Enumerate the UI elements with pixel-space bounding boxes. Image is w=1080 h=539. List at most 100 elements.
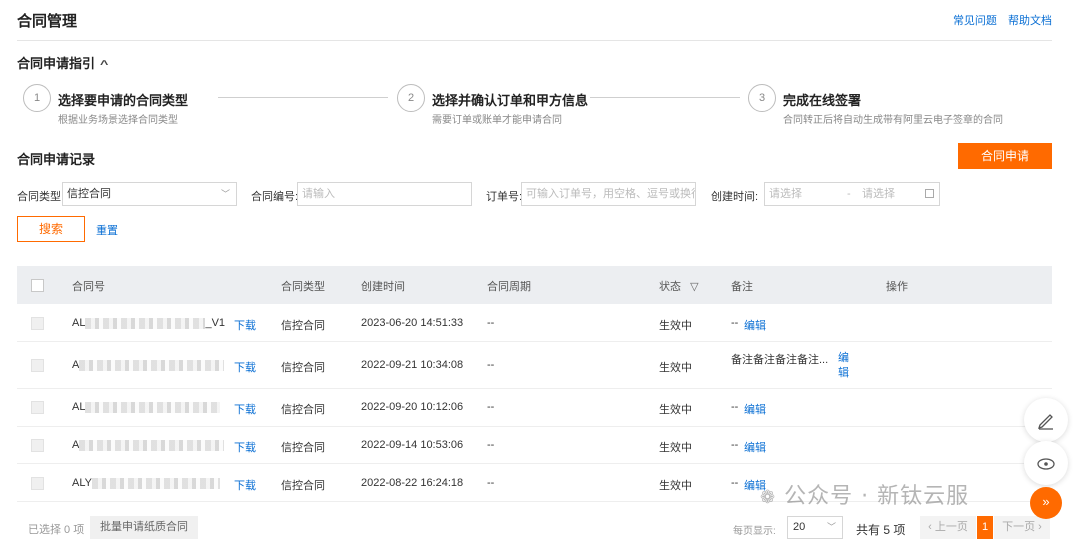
col-contract-type: 合同类型 — [281, 281, 325, 293]
edit-note-link[interactable]: 编辑 — [838, 351, 850, 381]
note: -- — [731, 317, 739, 329]
status: 生效中 — [659, 320, 692, 332]
contract-id: A — [72, 439, 225, 451]
total-count: 共有 5 项 — [856, 523, 906, 537]
contract-type: 信控合同 — [281, 362, 325, 374]
download-link[interactable]: 下载 — [234, 401, 256, 417]
note: 备注备注备注备注... — [731, 354, 829, 366]
select-all-checkbox[interactable] — [31, 279, 44, 292]
calendar-icon[interactable] — [925, 189, 934, 198]
contract-type: 信控合同 — [281, 442, 325, 454]
contract-no-input[interactable]: 请输入 — [297, 182, 472, 206]
period: -- — [487, 317, 495, 329]
guide-title: 合同申请指引 — [17, 56, 96, 71]
batch-paper-contract-button[interactable]: 批量申请纸质合同 — [90, 516, 198, 539]
faq-link[interactable]: 常见问题 — [953, 15, 997, 27]
guide-step-3: 3 完成在线签署 合同转正后将自动生成带有阿里云电子签章的合同 — [748, 84, 1048, 126]
guide-step-2: 2 选择并确认订单和甲方信息 需要订单或账单才能申请合同 — [397, 84, 647, 126]
expand-fab-button[interactable]: » — [1030, 487, 1062, 519]
row-divider — [17, 463, 1052, 464]
status: 生效中 — [659, 442, 692, 454]
watermark-text: 公众号 · 新钛云服 — [784, 484, 970, 509]
guide-toggle[interactable]: 合同申请指引 ^ — [17, 53, 109, 72]
contract-id: ALY — [72, 477, 220, 489]
next-page-button[interactable]: 下一页 › — [994, 516, 1050, 539]
contract-no-label: 合同编号: — [251, 191, 299, 203]
next-page-label: 下一页 — [1002, 521, 1036, 533]
guide-step-1: 1 选择要申请的合同类型 根据业务场景选择合同类型 — [23, 84, 223, 126]
created-time-label: 创建时间: — [711, 191, 759, 203]
step-desc: 合同转正后将自动生成带有阿里云电子签章的合同 — [783, 115, 1003, 126]
top-links: 常见问题 帮助文档 — [945, 12, 1052, 28]
download-link[interactable]: 下载 — [234, 317, 256, 333]
created-time: 2022-09-14 10:53:06 — [361, 439, 464, 451]
selected-count: 已选择 0 项 — [28, 524, 85, 536]
edit-note-link[interactable]: 编辑 — [744, 317, 766, 333]
edit-icon — [1037, 414, 1053, 430]
edit-note-link[interactable]: 编辑 — [744, 401, 766, 417]
chevron-right-icon: › — [1035, 521, 1042, 533]
col-period: 合同周期 — [487, 281, 531, 293]
row-divider — [17, 341, 1052, 342]
contract-type-select[interactable]: 信控合同 ﹀ — [62, 182, 237, 206]
step-title: 完成在线签署 — [783, 93, 862, 108]
col-status[interactable]: 状态 ▽ — [659, 278, 699, 294]
row-checkbox[interactable] — [31, 477, 44, 490]
view-float-button[interactable] — [1024, 441, 1068, 485]
apply-contract-button[interactable]: 合同申请 — [958, 143, 1052, 169]
page-title: 合同管理 — [17, 13, 78, 30]
contract-id: AL _V1 — [72, 317, 226, 329]
contract-id: A — [72, 359, 225, 371]
watermark: ❁ 公众号 · 新钛云服 — [760, 478, 969, 510]
date-start-field[interactable]: 请选择 — [769, 188, 802, 200]
page-size-value: 20 — [793, 521, 806, 533]
prev-page-button[interactable]: ‹ 上一页 — [920, 516, 976, 539]
page-size-label: 每页显示: — [733, 526, 776, 537]
header-divider — [17, 40, 1052, 41]
date-range-picker[interactable]: 请选择 - 请选择 — [764, 182, 940, 206]
row-checkbox[interactable] — [31, 439, 44, 452]
row-checkbox[interactable] — [31, 359, 44, 372]
note: -- — [731, 477, 739, 489]
search-button[interactable]: 搜索 — [17, 216, 85, 242]
help-docs-link[interactable]: 帮助文档 — [1008, 15, 1052, 27]
type-label: 合同类型: — [17, 191, 65, 203]
step-desc: 需要订单或账单才能申请合同 — [432, 115, 562, 126]
contract-type-value: 信控合同 — [67, 188, 111, 200]
download-link[interactable]: 下载 — [234, 439, 256, 455]
note: -- — [731, 439, 739, 451]
row-checkbox[interactable] — [31, 401, 44, 414]
filter-icon[interactable]: ▽ — [690, 281, 698, 293]
records-title: 合同申请记录 — [17, 152, 96, 167]
current-page[interactable]: 1 — [977, 516, 993, 539]
created-time: 2023-06-20 14:51:33 — [361, 317, 464, 329]
col-contract-no: 合同号 — [72, 281, 105, 293]
period: -- — [487, 477, 495, 489]
chevron-down-icon: ﹀ — [220, 189, 230, 199]
step-number: 1 — [23, 84, 51, 112]
step-number: 3 — [748, 84, 776, 112]
step-number: 2 — [397, 84, 425, 112]
row-checkbox[interactable] — [31, 317, 44, 330]
download-link[interactable]: 下载 — [234, 359, 256, 375]
download-link[interactable]: 下载 — [234, 477, 256, 493]
chevron-up-icon: ^ — [100, 59, 109, 71]
feedback-float-button[interactable] — [1024, 398, 1068, 442]
edit-note-link[interactable]: 编辑 — [744, 439, 766, 455]
date-end-field[interactable]: 请选择 — [862, 183, 895, 205]
note: -- — [731, 401, 739, 413]
cloud-icon — [1037, 458, 1055, 470]
double-chevron-right-icon: » — [1042, 494, 1050, 509]
status: 生效中 — [659, 362, 692, 374]
order-no-input[interactable]: 可输入订单号，用空格、逗号或换行 — [521, 182, 696, 206]
col-note: 备注 — [731, 281, 753, 293]
contract-type: 信控合同 — [281, 404, 325, 416]
col-created-time: 创建时间 — [361, 281, 405, 293]
chevron-left-icon: ‹ — [928, 521, 935, 533]
contract-id: AL — [72, 401, 221, 413]
page-size-select[interactable]: 20 ﹀ — [787, 516, 843, 539]
reset-button[interactable]: 重置 — [96, 222, 118, 238]
status: 生效中 — [659, 480, 692, 492]
period: -- — [487, 439, 495, 451]
contract-type: 信控合同 — [281, 480, 325, 492]
